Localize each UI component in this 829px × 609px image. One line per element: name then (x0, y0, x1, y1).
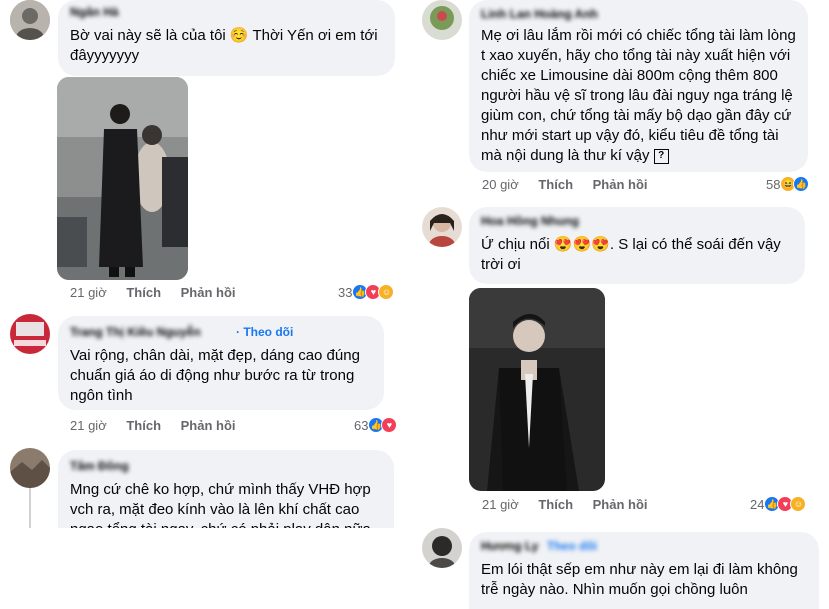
commenter-name[interactable]: Hoa Hồng Nhung (481, 213, 591, 229)
commenter-name[interactable]: Trang Thị Kiều Nguyễn (70, 324, 230, 340)
like-button[interactable]: Thích (126, 418, 161, 433)
avatar[interactable] (422, 528, 462, 568)
comment-text: Vai rộng, chân dài, mặt đẹp, dáng cao đú… (70, 347, 360, 404)
commenter-name[interactable]: Hương Ly (481, 538, 541, 554)
photo-image (469, 288, 605, 491)
avatar-image (10, 0, 50, 40)
avatar-image (422, 0, 462, 40)
comment-bubble: Hoa Hồng Nhung Ứ chịu nổi 😍😍😍. S lại có … (469, 207, 805, 284)
comment-text: Mẹ ơi lâu lắm rồi mới có chiếc tổng tài … (481, 26, 796, 166)
avatar-image (422, 207, 462, 247)
reaction-summary[interactable]: 24 👍 ♥ ☺ (750, 496, 807, 512)
commenter-name[interactable]: Tâm Đông (70, 458, 140, 474)
like-button[interactable]: Thích (126, 285, 161, 300)
care-icon: ☺ (790, 496, 807, 512)
like-button[interactable]: Thích (538, 497, 573, 512)
follow-link[interactable]: Theo dõi (547, 539, 597, 553)
care-icon: ☺ (378, 284, 395, 300)
avatar-image (10, 448, 50, 488)
avatar[interactable] (10, 448, 50, 488)
comment-actions: 21 giờ Thích Phản hồi (482, 497, 664, 512)
comment-actions: 21 giờ Thích Phản hồi (70, 418, 252, 433)
reaction-summary[interactable]: 63 👍 ♥ (354, 417, 398, 433)
reply-button[interactable]: Phản hồi (181, 285, 236, 300)
comment-bubble: Hương Ly Theo dõi Em lói thật sếp em như… (469, 532, 819, 609)
avatar[interactable] (10, 0, 50, 40)
reaction-summary[interactable]: 58 😆 👍 (766, 176, 810, 192)
follow-link[interactable]: · Theo dõi (236, 325, 293, 339)
comment-text: Mng cứ chê ko hợp, chứ mình thấy VHĐ hợp… (70, 481, 371, 528)
reaction-count: 58 (766, 176, 781, 192)
reaction-count: 24 (750, 496, 765, 512)
like-icon: 👍 (793, 176, 810, 192)
like-button[interactable]: Thích (538, 177, 573, 192)
comment-text: Em lói thật sếp em như này em lại đi làm… (481, 561, 798, 598)
comment-time[interactable]: 20 giờ (482, 177, 519, 192)
comment-photo[interactable] (469, 288, 605, 491)
avatar[interactable] (422, 0, 462, 40)
comment-photo[interactable] (57, 77, 188, 280)
unknown-glyph-icon: ? (653, 148, 669, 164)
comment-time[interactable]: 21 giờ (70, 285, 107, 300)
comment-bubble: Trang Thị Kiều Nguyễn · Theo dõi Vai rộn… (58, 316, 384, 410)
thread-line (29, 488, 31, 528)
panel-divider (414, 0, 415, 609)
comment-actions: 21 giờ Thích Phản hồi (70, 285, 252, 300)
avatar[interactable] (422, 207, 462, 247)
avatar[interactable] (10, 314, 50, 354)
comment-text: Bờ vai này sẽ là của tôi ☺️ Thời Yến ơi … (70, 27, 378, 64)
commenter-name[interactable]: Ngân Hà (70, 4, 160, 20)
comment-bubble: Ngân Hà Bờ vai này sẽ là của tôi ☺️ Thời… (58, 0, 395, 76)
commenter-name[interactable]: Linh Lan Hoàng Anh (481, 6, 631, 22)
love-icon: ♥ (381, 417, 398, 433)
comment-time[interactable]: 21 giờ (70, 418, 107, 433)
comment-actions: 20 giờ Thích Phản hồi (482, 177, 664, 192)
reply-button[interactable]: Phản hồi (593, 497, 648, 512)
comment-text-body: Mẹ ơi lâu lắm rồi mới có chiếc tổng tài … (481, 27, 796, 164)
reply-button[interactable]: Phản hồi (181, 418, 236, 433)
comment-bubble: Linh Lan Hoàng Anh Mẹ ơi lâu lắm rồi mới… (469, 0, 808, 172)
avatar-image (10, 314, 50, 354)
avatar-image (422, 528, 462, 568)
comment-bubble: Tâm Đông Mng cứ chê ko hợp, chứ mình thấ… (58, 450, 394, 528)
comment-time[interactable]: 21 giờ (482, 497, 519, 512)
reaction-count: 33 (338, 284, 353, 300)
comment-text: Ứ chịu nổi 😍😍😍. S lại có thể soái đến vậ… (481, 236, 781, 273)
photo-image (57, 77, 188, 280)
reaction-count: 63 (354, 417, 369, 433)
reaction-summary[interactable]: 33 👍 ♥ ☺ (338, 284, 395, 300)
reply-button[interactable]: Phản hồi (593, 177, 648, 192)
